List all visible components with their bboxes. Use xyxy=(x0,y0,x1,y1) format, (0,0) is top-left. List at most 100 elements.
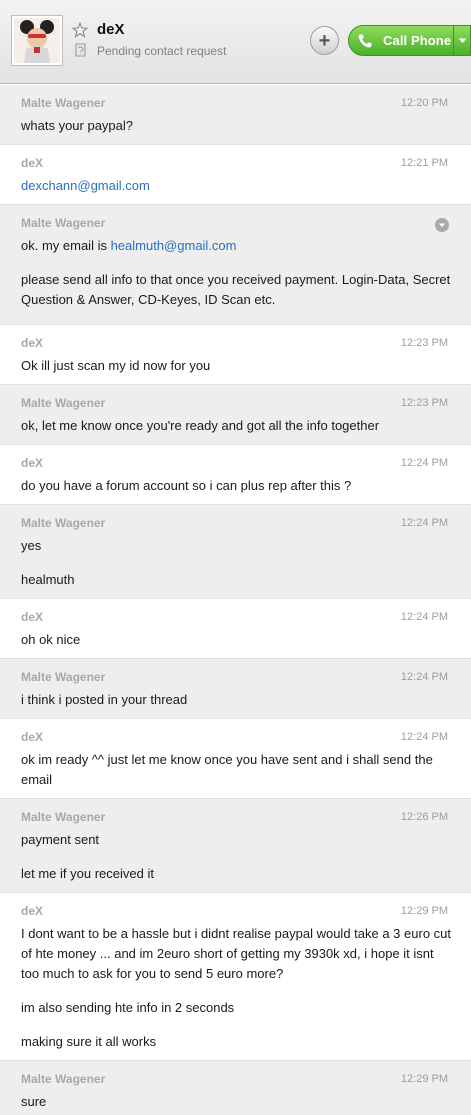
add-icon: + xyxy=(318,29,331,52)
message-options-icon[interactable] xyxy=(435,218,449,232)
message-text: I dont want to be a hassle but i didnt r… xyxy=(21,926,451,981)
message-body: oh ok nice xyxy=(21,630,451,650)
email-link[interactable]: healmuth@gmail.com xyxy=(111,238,237,253)
message-paragraph: ok. my email is healmuth@gmail.com xyxy=(21,236,451,256)
message-paragraph: oh ok nice xyxy=(21,630,451,650)
message-item: deX 12:23 PM Ok ill just scan my id now … xyxy=(0,325,471,385)
message-text: please send all info to that once you re… xyxy=(21,272,451,307)
message-sender: Malte Wagener xyxy=(21,516,106,530)
message-paragraph: let me if you received it xyxy=(21,864,451,884)
message-paragraph: I dont want to be a hassle but i didnt r… xyxy=(21,924,451,984)
message-time: 12:23 PM xyxy=(400,337,448,349)
conversation-header: deX Pending contact request + Call Phone xyxy=(0,0,471,84)
message-paragraph: ok im ready ^^ just let me know once you… xyxy=(21,750,451,790)
message-item: Malte Wagener 12:29 PM sure xyxy=(0,1061,471,1115)
message-paragraph: im also sending hte info in 2 seconds xyxy=(21,998,451,1018)
message-time: 12:24 PM xyxy=(400,611,448,623)
message-text: let me if you received it xyxy=(21,866,154,881)
message-text: yes xyxy=(21,538,42,553)
message-text: healmuth xyxy=(21,572,75,587)
message-time: 12:20 PM xyxy=(400,97,448,109)
message-time: 12:29 PM xyxy=(400,1073,448,1085)
message-paragraph: yes xyxy=(21,536,451,556)
message-text: whats your paypal? xyxy=(21,118,134,133)
call-phone-label: Call Phone xyxy=(383,33,452,48)
message-sender: deX xyxy=(21,610,44,624)
message-text: do you have a forum account so i can plu… xyxy=(21,478,352,493)
message-item: Malte Wagener 12:24 PM i think i posted … xyxy=(0,659,471,719)
message-sender: deX xyxy=(21,904,44,918)
add-button[interactable]: + xyxy=(310,26,339,55)
message-text: sure xyxy=(21,1094,47,1109)
message-time: 12:23 PM xyxy=(400,397,448,409)
message-text: payment sent xyxy=(21,832,100,847)
message-paragraph: payment sent xyxy=(21,830,451,850)
call-phone-button[interactable]: Call Phone xyxy=(348,25,471,56)
message-paragraph: ok, let me know once you're ready and go… xyxy=(21,416,451,436)
message-paragraph: making sure it all works xyxy=(21,1032,451,1052)
message-body: payment sent let me if you received it xyxy=(21,830,451,884)
message-body: do you have a forum account so i can plu… xyxy=(21,476,451,496)
message-text: Ok ill just scan my id now for you xyxy=(21,358,211,373)
message-body: sure xyxy=(21,1092,451,1112)
message-item: deX 12:29 PM I dont want to be a hassle … xyxy=(0,893,471,1061)
message-sender: Malte Wagener xyxy=(21,1072,106,1086)
message-item: deX 12:24 PM ok im ready ^^ just let me … xyxy=(0,719,471,799)
message-sender: Malte Wagener xyxy=(21,396,106,410)
message-sender: deX xyxy=(21,336,44,350)
message-item: deX 12:21 PM dexchann@gmail.com xyxy=(0,145,471,205)
message-paragraph: i think i posted in your thread xyxy=(21,690,451,710)
message-body: ok im ready ^^ just let me know once you… xyxy=(21,750,451,790)
message-paragraph: whats your paypal? xyxy=(21,116,451,136)
message-paragraph: sure xyxy=(21,1092,451,1112)
star-icon[interactable] xyxy=(72,22,88,38)
contact-status: Pending contact request xyxy=(97,44,227,58)
contact-name: deX xyxy=(97,21,125,38)
message-paragraph: dexchann@gmail.com xyxy=(21,176,451,196)
phone-icon xyxy=(358,34,372,48)
avatar-image xyxy=(14,18,60,63)
message-body: i think i posted in your thread xyxy=(21,690,451,710)
message-sender: Malte Wagener xyxy=(21,216,106,230)
message-sender: Malte Wagener xyxy=(21,96,106,110)
message-text: ok im ready ^^ just let me know once you… xyxy=(21,752,433,787)
call-button-divider xyxy=(453,26,454,55)
message-item: Malte Wagener 12:26 PM payment sent let … xyxy=(0,799,471,893)
message-body: whats your paypal? xyxy=(21,116,451,136)
message-text: making sure it all works xyxy=(21,1034,157,1049)
message-paragraph: Ok ill just scan my id now for you xyxy=(21,356,451,376)
message-paragraph: healmuth xyxy=(21,570,451,590)
message-item: deX 12:24 PM do you have a forum account… xyxy=(0,445,471,505)
message-sender: Malte Wagener xyxy=(21,670,106,684)
message-body: yes healmuth xyxy=(21,536,451,590)
message-time: 12:24 PM xyxy=(400,517,448,529)
message-paragraph: do you have a forum account so i can plu… xyxy=(21,476,451,496)
message-body: ok. my email is healmuth@gmail.com pleas… xyxy=(21,236,451,310)
message-sender: Malte Wagener xyxy=(21,810,106,824)
message-list[interactable]: Malte Wagener 12:20 PM whats your paypal… xyxy=(0,85,471,1115)
message-body: dexchann@gmail.com xyxy=(21,176,451,196)
chevron-down-icon[interactable] xyxy=(458,38,467,44)
message-time: 12:29 PM xyxy=(400,905,448,917)
message-time: 12:24 PM xyxy=(400,457,448,469)
message-text: ok. my email is xyxy=(21,238,111,253)
message-time: 12:26 PM xyxy=(400,811,448,823)
email-link[interactable]: dexchann@gmail.com xyxy=(21,178,150,193)
message-body: I dont want to be a hassle but i didnt r… xyxy=(21,924,451,1052)
avatar[interactable] xyxy=(11,15,63,66)
message-item: Malte Wagener 12:20 PM whats your paypal… xyxy=(0,85,471,145)
message-sender: deX xyxy=(21,730,44,744)
message-text: i think i posted in your thread xyxy=(21,692,188,707)
message-item: Malte Wagener 12:24 PM yes healmuth xyxy=(0,505,471,599)
message-sender: deX xyxy=(21,456,44,470)
message-body: ok, let me know once you're ready and go… xyxy=(21,416,451,436)
pending-icon xyxy=(75,43,86,57)
message-time: 12:21 PM xyxy=(400,157,448,169)
message-text: im also sending hte info in 2 seconds xyxy=(21,1000,235,1015)
message-item: Malte Wagener 12:23 PM ok, let me know o… xyxy=(0,385,471,445)
message-item: deX 12:24 PM oh ok nice xyxy=(0,599,471,659)
message-paragraph: please send all info to that once you re… xyxy=(21,270,451,310)
message-body: Ok ill just scan my id now for you xyxy=(21,356,451,376)
message-time: 12:24 PM xyxy=(400,671,448,683)
message-sender: deX xyxy=(21,156,44,170)
